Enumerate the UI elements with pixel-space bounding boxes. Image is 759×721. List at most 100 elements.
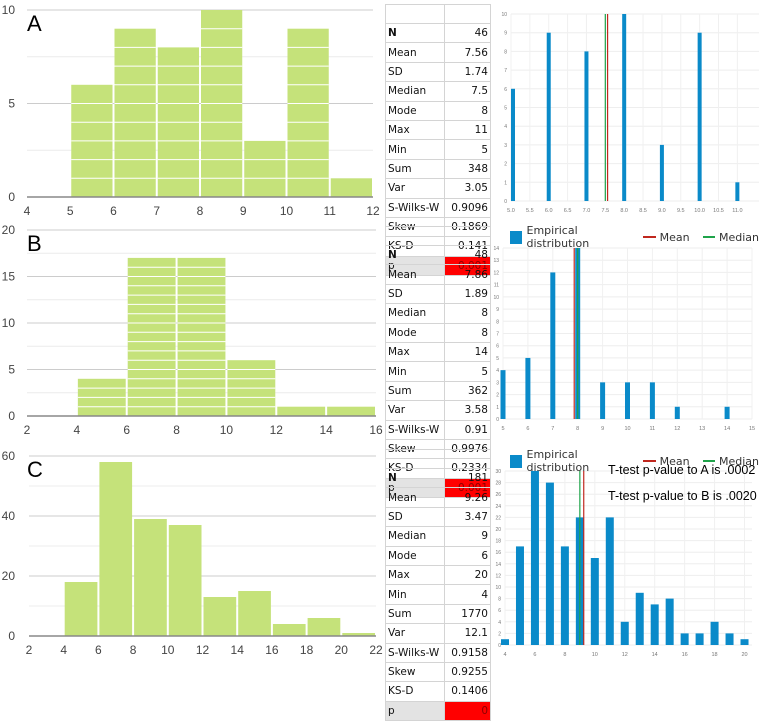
legend-empirical-swatch — [510, 454, 522, 468]
stats-row-sd: SD 1.74 — [385, 62, 492, 83]
stats-header-row — [385, 226, 492, 246]
empirical-bar — [584, 51, 589, 202]
histogram-bar — [277, 406, 326, 416]
stats-row-median: Median 9 — [385, 526, 492, 547]
y-tick-label: 20 — [495, 527, 501, 533]
y-tick-label: 7 — [496, 332, 499, 338]
y-tick-label: 40 — [2, 509, 16, 523]
stats-header-cell — [444, 4, 492, 24]
x-tick-label: 8 — [197, 204, 204, 218]
x-tick-label: 7 — [551, 426, 554, 432]
y-tick-label: 14 — [493, 246, 499, 252]
y-tick-label: 12 — [493, 270, 499, 276]
histogram-bar — [307, 618, 341, 636]
stats-value: 0.1406 — [444, 681, 492, 702]
stats-value: 46 — [444, 23, 492, 44]
chart-A-empirical: 0 1 2 3 4 5 6 7 8 9 10 5.0 5.5 6.0 6.5 7.0 7.5 8.0 8.5 9.0 9… — [501, 12, 759, 214]
stats-value: 0.91 — [444, 420, 492, 440]
x-tick-label: 5 — [67, 204, 74, 218]
y-tick-label: 10 — [493, 295, 499, 301]
stats-key: Max — [385, 342, 445, 363]
stats-key: Var — [385, 623, 445, 644]
x-tick-label: 13 — [699, 426, 705, 432]
y-tick-label: 5 — [504, 106, 507, 112]
x-tick-label: 8 — [563, 652, 566, 658]
empirical-bar — [545, 482, 554, 645]
stats-row-mean: Mean 7.86 — [385, 264, 492, 285]
x-tick-label: 11.0 — [732, 208, 742, 214]
stats-table-c: N 181 Mean 9.26 SD 3.47 Median 9 Mode 6 Max 20 Min 4 S… — [385, 449, 492, 721]
x-tick-label: 6 — [95, 643, 102, 657]
empirical-bar — [546, 32, 551, 202]
stats-value: 181 — [444, 468, 492, 489]
x-tick-label: 9.5 — [677, 208, 685, 214]
empirical-bar — [515, 546, 524, 645]
stats-row-median: Median 7.5 — [385, 81, 492, 102]
panel-title: A — [27, 11, 42, 36]
x-tick-label: 2 — [26, 643, 33, 657]
empirical-bar — [635, 592, 644, 645]
stats-row-min: Min 4 — [385, 584, 492, 605]
stats-row-skew: Skew 0.9255 — [385, 662, 492, 683]
y-tick-label: 0 — [496, 417, 499, 423]
empirical-bar — [735, 182, 740, 201]
histogram-bar — [134, 519, 167, 636]
chart-B-empirical: 012345678910111213145 6 7 8 9 10 11 12 13 14 15 — [493, 246, 755, 432]
x-tick-label: 4 — [74, 423, 81, 437]
stats-key: S-Wilks-W — [385, 198, 445, 218]
chart-C-histogram: 0 20 40 60 2 4 6 8 10 12 14 16 18 20 22 C — [2, 449, 383, 657]
y-tick-label: 2 — [498, 631, 501, 637]
stats-value: 12.1 — [444, 623, 492, 644]
x-tick-label: 22 — [369, 643, 383, 657]
x-tick-label: 14 — [231, 643, 245, 657]
empirical-bar — [525, 357, 531, 419]
x-tick-label: 5.0 — [507, 208, 515, 214]
x-tick-label: 14 — [652, 652, 658, 658]
y-tick-label: 16 — [495, 550, 501, 556]
empirical-bar — [650, 604, 659, 645]
empirical-bar — [674, 406, 680, 419]
stats-value: 6 — [444, 546, 492, 566]
stats-row-max: Max 14 — [385, 342, 492, 363]
x-tick-label: 8 — [576, 426, 579, 432]
y-tick-label: 28 — [495, 481, 501, 487]
x-tick-label: 20 — [335, 643, 349, 657]
stats-row-var: Var 3.05 — [385, 178, 492, 199]
empirical-bar — [625, 382, 630, 419]
stats-value: 0.9096 — [444, 198, 492, 218]
stats-value: 8 — [444, 101, 492, 121]
stats-key: Median — [385, 526, 445, 547]
x-tick-label: 10 — [161, 643, 175, 657]
stats-value: 1.89 — [444, 284, 492, 305]
legend-mean-line — [643, 460, 656, 462]
y-tick-label: 60 — [2, 449, 16, 463]
y-tick-label: 20 — [2, 569, 16, 583]
y-tick-label: 10 — [495, 585, 501, 591]
y-tick-label: 5 — [8, 97, 15, 111]
y-tick-label: 9 — [504, 31, 507, 37]
x-tick-label: 8 — [173, 423, 180, 437]
stats-key: Sum — [385, 604, 445, 625]
stats-value: 9 — [444, 526, 492, 547]
stats-row-var: Var 12.1 — [385, 623, 492, 644]
y-tick-label: 9 — [496, 307, 499, 313]
x-tick-label: 10 — [280, 204, 294, 218]
stats-row-n: N 46 — [385, 23, 492, 44]
stats-row-mean: Mean 7.56 — [385, 42, 492, 63]
x-tick-label: 11 — [650, 426, 656, 432]
stats-header-cell — [444, 449, 492, 469]
empirical-bar — [605, 517, 614, 645]
empirical-bar — [500, 370, 506, 419]
histogram-bar — [64, 582, 98, 636]
x-tick-label: 12 — [674, 426, 680, 432]
x-tick-label: 12 — [366, 204, 380, 218]
x-tick-label: 6 — [526, 426, 529, 432]
empirical-bar — [740, 639, 749, 645]
stats-value: 3.58 — [444, 400, 492, 421]
x-tick-label: 15 — [749, 426, 755, 432]
x-tick-label: 6 — [110, 204, 117, 218]
legend-median-line — [702, 236, 715, 238]
histogram-bar — [238, 591, 271, 636]
y-tick-label: 22 — [495, 515, 501, 521]
x-tick-label: 4 — [503, 652, 506, 658]
